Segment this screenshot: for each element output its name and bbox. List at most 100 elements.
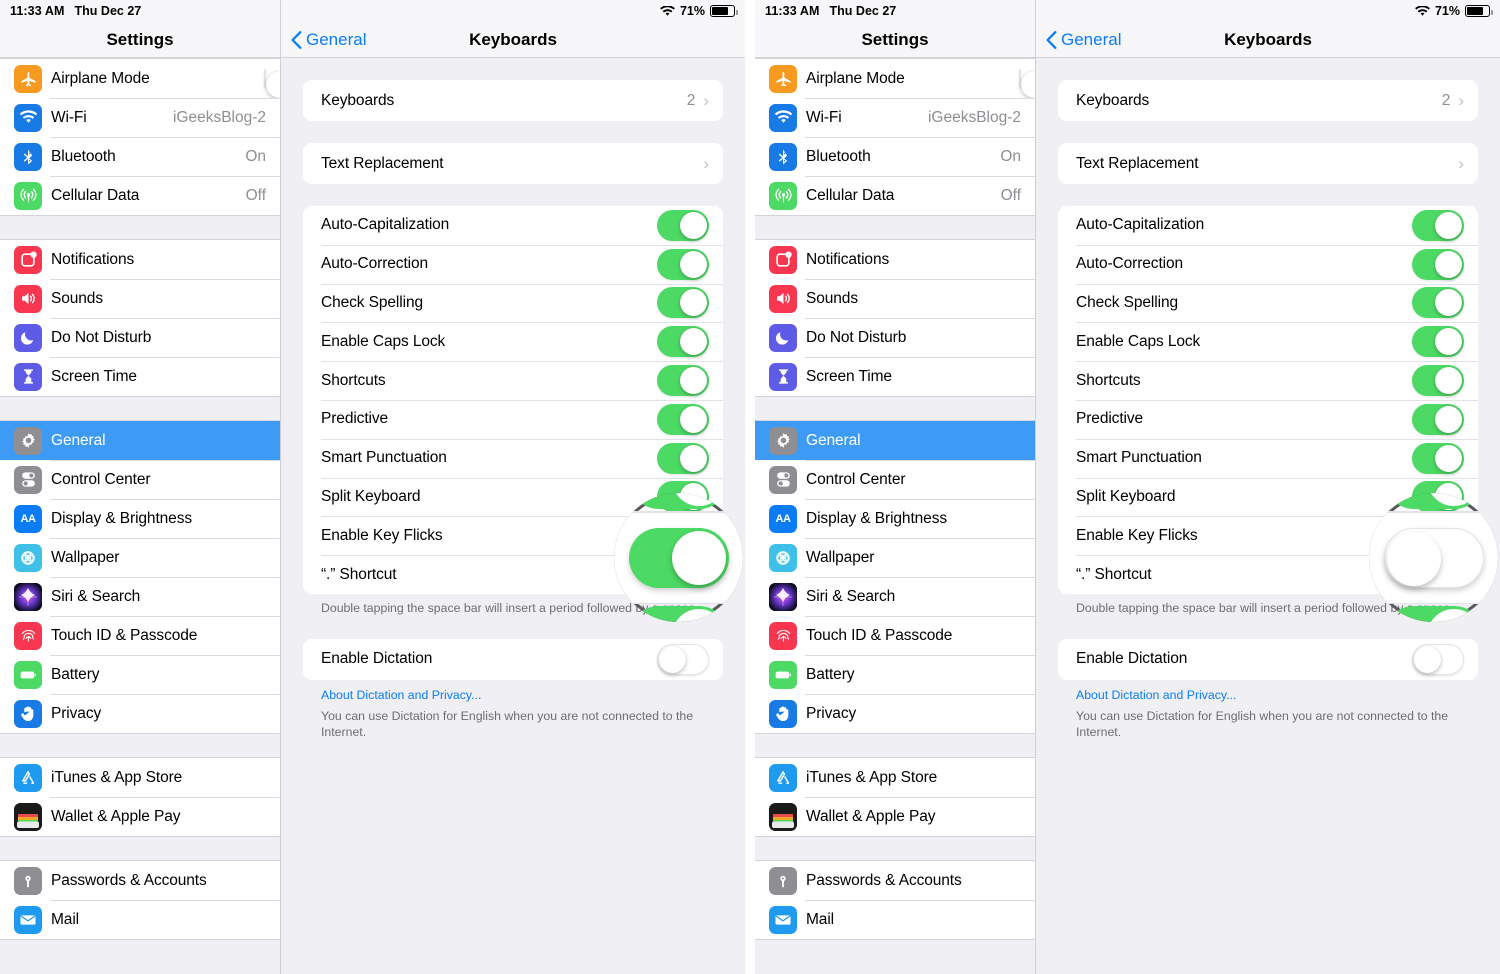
smart-punctuation-toggle[interactable]: [1412, 442, 1464, 474]
enable-dictation-toggle[interactable]: [1412, 643, 1464, 675]
detail-row-text-replacement[interactable]: Text Replacement ›: [303, 143, 723, 184]
sidebar-item-bluetooth[interactable]: Bluetooth On: [0, 137, 280, 176]
predictive-toggle[interactable]: [1412, 403, 1464, 435]
sidebar-item-sounds[interactable]: Sounds: [755, 279, 1035, 318]
smart-punctuation-toggle[interactable]: [657, 442, 709, 474]
detail-row-keyboards[interactable]: Keyboards 2 ›: [303, 80, 723, 121]
detail-row-smart-punctuation[interactable]: Smart Punctuation: [1058, 438, 1478, 478]
sidebar-item-general[interactable]: General: [0, 421, 280, 460]
detail-row-check-spelling[interactable]: Check Spelling: [303, 283, 723, 323]
detail-row-auto-correction[interactable]: Auto-Correction: [303, 244, 723, 284]
shortcuts-toggle[interactable]: [1412, 365, 1464, 397]
sidebar-item-sounds[interactable]: Sounds: [0, 279, 280, 318]
enable-dictation-toggle[interactable]: [657, 643, 709, 675]
auto-correction-toggle[interactable]: [1412, 248, 1464, 280]
sidebar-item-label: Display & Brightness: [806, 509, 948, 527]
sidebar-item-control-center[interactable]: Control Center: [755, 460, 1035, 499]
detail-row-shortcuts[interactable]: Shortcuts: [1058, 361, 1478, 400]
auto-correction-toggle[interactable]: [657, 248, 709, 280]
detail-row-enable-dictation[interactable]: Enable Dictation: [1058, 638, 1478, 680]
detail-row-auto-capitalization[interactable]: Auto-Capitalization: [1058, 206, 1478, 245]
detail-row-enable-caps-lock[interactable]: Enable Caps Lock: [303, 322, 723, 362]
sidebar-item-screen-time[interactable]: Screen Time: [0, 357, 280, 396]
airplane-mode-toggle[interactable]: [1019, 68, 1035, 98]
sidebar-item-do-not-disturb[interactable]: Do Not Disturb: [755, 318, 1035, 357]
detail-row-label: Auto-Capitalization: [321, 216, 450, 234]
sidebar-item-airplane-mode[interactable]: Airplane Mode: [755, 59, 1035, 98]
about-dictation-privacy-link[interactable]: About Dictation and Privacy...: [303, 680, 723, 702]
sidebar-item-label: Do Not Disturb: [806, 328, 907, 346]
sidebar-item-passwords-accounts[interactable]: Passwords & Accounts: [0, 861, 280, 900]
detail-row-auto-correction[interactable]: Auto-Correction: [1058, 244, 1478, 284]
auto-capitalization-toggle[interactable]: [1412, 209, 1464, 241]
sidebar-item-mail[interactable]: Mail: [0, 900, 280, 939]
mail-icon: [14, 905, 42, 934]
check-spelling-toggle[interactable]: [1412, 287, 1464, 319]
sidebar-item-wallpaper[interactable]: Wallpaper: [0, 538, 280, 577]
sidebar-scroll-area-2[interactable]: Airplane Mode Wi-Fi iGeeksBlog-2 Bluetooth O…: [755, 58, 1035, 974]
do-not-disturb-icon: [14, 323, 42, 352]
airplane-mode-toggle[interactable]: [264, 68, 280, 98]
back-button-2[interactable]: General: [1036, 30, 1121, 50]
shortcuts-toggle[interactable]: [657, 365, 709, 397]
detail-row-predictive[interactable]: Predictive: [303, 399, 723, 439]
sidebar-item-notifications[interactable]: Notifications: [0, 240, 280, 279]
sidebar-group: General Control Center AA Display & Brightn…: [0, 420, 280, 734]
sidebar-item-touch-id-passcode[interactable]: Touch ID & Passcode: [755, 616, 1035, 655]
sidebar-item-general[interactable]: General: [755, 421, 1035, 460]
detail-row-text-replacement[interactable]: Text Replacement ›: [1058, 143, 1478, 184]
enable-caps-lock-toggle[interactable]: [1412, 326, 1464, 358]
predictive-toggle[interactable]: [657, 403, 709, 435]
sidebar-item-mail[interactable]: Mail: [755, 900, 1035, 939]
sidebar-item-display-brightness[interactable]: AA Display & Brightness: [755, 499, 1035, 538]
detail-row-smart-punctuation[interactable]: Smart Punctuation: [303, 438, 723, 478]
detail-row-enable-dictation[interactable]: Enable Dictation: [303, 638, 723, 680]
sidebar-item-itunes-app-store[interactable]: iTunes & App Store: [0, 758, 280, 797]
sidebar-item-wallet-apple-pay[interactable]: Wallet & Apple Pay: [755, 797, 1035, 836]
sidebar-item-do-not-disturb[interactable]: Do Not Disturb: [0, 318, 280, 357]
sidebar-item-wallpaper[interactable]: Wallpaper: [755, 538, 1035, 577]
sidebar-item-cellular-data[interactable]: Cellular Data Off: [755, 176, 1035, 215]
magnified-key-flicks-toggle[interactable]: [628, 527, 729, 588]
sidebar-item-privacy[interactable]: Privacy: [0, 694, 280, 733]
detail-row-check-spelling[interactable]: Check Spelling: [1058, 283, 1478, 323]
sidebar-item-screen-time[interactable]: Screen Time: [755, 357, 1035, 396]
sidebar-item-siri-search[interactable]: Siri & Search: [0, 577, 280, 616]
back-button[interactable]: General: [281, 30, 366, 50]
detail-row-keyboards[interactable]: Keyboards 2 ›: [1058, 80, 1478, 121]
enable-caps-lock-toggle[interactable]: [657, 326, 709, 358]
sidebar-item-control-center[interactable]: Control Center: [0, 460, 280, 499]
detail-row-shortcuts[interactable]: Shortcuts: [303, 361, 723, 400]
sidebar-item-bluetooth[interactable]: Bluetooth On: [755, 137, 1035, 176]
auto-capitalization-toggle[interactable]: [657, 209, 709, 241]
sidebar-item-display-brightness[interactable]: AA Display & Brightness: [0, 499, 280, 538]
status-bar: 11:33 AM Thu Dec 27: [0, 0, 280, 22]
nav-card: Text Replacement ›: [1058, 143, 1478, 184]
detail-row-enable-caps-lock[interactable]: Enable Caps Lock: [1058, 322, 1478, 362]
sidebar-item-passwords-accounts[interactable]: Passwords & Accounts: [755, 861, 1035, 900]
sidebar-item-battery[interactable]: Battery: [755, 655, 1035, 694]
sidebar-item-cellular-data[interactable]: Cellular Data Off: [0, 176, 280, 215]
sidebar-item-value: Off: [245, 186, 266, 204]
sidebar-item-notifications[interactable]: Notifications: [755, 240, 1035, 279]
notifications-icon: [14, 245, 42, 274]
check-spelling-toggle[interactable]: [657, 287, 709, 319]
sidebar-item-wi-fi[interactable]: Wi-Fi iGeeksBlog-2: [755, 98, 1035, 137]
sidebar-item-label: Cellular Data: [806, 186, 895, 204]
sidebar-item-touch-id-passcode[interactable]: Touch ID & Passcode: [0, 616, 280, 655]
about-dictation-privacy-link[interactable]: About Dictation and Privacy...: [1058, 680, 1478, 702]
sidebar-scroll-area[interactable]: Airplane Mode Wi-Fi iGeeksBlog-2 Bluetooth O…: [0, 58, 280, 974]
sidebar-item-wi-fi[interactable]: Wi-Fi iGeeksBlog-2: [0, 98, 280, 137]
sidebar-item-battery[interactable]: Battery: [0, 655, 280, 694]
sidebar-item-airplane-mode[interactable]: Airplane Mode: [0, 59, 280, 98]
sidebar-item-privacy[interactable]: Privacy: [755, 694, 1035, 733]
detail-row-auto-capitalization[interactable]: Auto-Capitalization: [303, 206, 723, 245]
sidebar-item-siri-search[interactable]: Siri & Search: [755, 577, 1035, 616]
settings-sidebar-2: 11:33 AM Thu Dec 27 Settings Airplane Mo…: [755, 0, 1036, 974]
sidebar-item-itunes-app-store[interactable]: iTunes & App Store: [755, 758, 1035, 797]
sidebar-item-wallet-apple-pay[interactable]: Wallet & Apple Pay: [0, 797, 280, 836]
detail-row-predictive[interactable]: Predictive: [1058, 399, 1478, 439]
magnified-key-flicks-toggle-2[interactable]: [1383, 527, 1484, 588]
status-date-2: Thu Dec 27: [829, 4, 897, 18]
sidebar-item-value: On: [1000, 147, 1021, 165]
